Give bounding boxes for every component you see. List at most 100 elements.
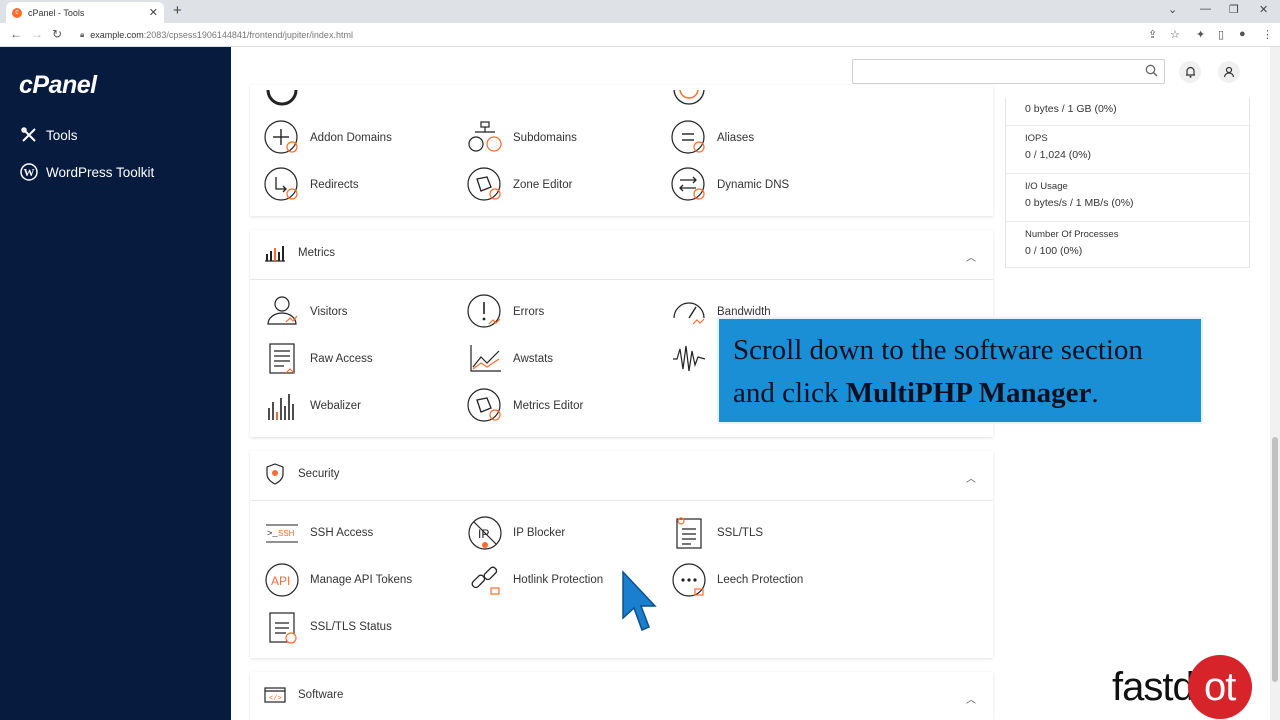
tool-aliases[interactable]: Aliases — [671, 120, 754, 156]
stat-value: 0 / 100 (0%) — [1025, 245, 1083, 257]
caption-text: and click — [733, 377, 846, 409]
metrics-section-header[interactable]: Metrics — [264, 242, 335, 264]
tool-errors[interactable]: Errors — [467, 294, 544, 330]
section-title: Software — [298, 689, 344, 701]
zone-editor-icon — [467, 167, 503, 203]
tool-visitors[interactable]: Visitors — [264, 294, 348, 330]
software-panel — [250, 672, 993, 720]
stat-label: I/O Usage — [1025, 181, 1068, 192]
url-host: example.com — [90, 30, 144, 40]
new-tab-button[interactable]: + — [173, 2, 182, 19]
awstats-icon — [467, 341, 503, 377]
chevron-up-icon[interactable]: ︿ — [966, 249, 976, 264]
software-section-header[interactable]: </> Software — [264, 684, 343, 706]
restore-icon[interactable]: ❐ — [1229, 3, 1239, 16]
tool-label: Leech Protection — [717, 574, 804, 586]
resource-stats-panel: 0 bytes / 1 GB (0%) IOPS 0 / 1,024 (0%) … — [1005, 98, 1251, 268]
section-title: Security — [298, 468, 340, 480]
tool-label: Dynamic DNS — [717, 179, 790, 191]
tool-label: Subdomains — [513, 132, 577, 144]
webalizer-icon — [264, 388, 300, 424]
reload-icon[interactable]: ↻ — [52, 27, 62, 41]
tab-search-icon[interactable]: ⌄ — [1168, 3, 1177, 16]
svg-text:SSH: SSH — [278, 529, 295, 538]
tool-leech-protection[interactable]: Leech Protection — [671, 562, 803, 598]
side-panel-icon[interactable]: ▯ — [1218, 28, 1224, 41]
scrollbar-thumb[interactable] — [1272, 437, 1278, 682]
tool-ssl-tls-status[interactable]: SSL/TLS Status — [264, 609, 392, 645]
tool-label: Awstats — [513, 353, 554, 365]
page-scrollbar[interactable] — [1270, 47, 1280, 720]
tool-label: Visitors — [310, 306, 348, 318]
tool-subdomains[interactable]: Subdomains — [467, 120, 577, 156]
tool-webalizer[interactable]: Webalizer — [264, 388, 361, 424]
tool-ssl-tls[interactable]: SSL/TLS — [671, 515, 763, 551]
redirects-icon — [264, 167, 300, 203]
metrics-editor-icon — [467, 388, 503, 424]
ssl-tls-status-icon — [264, 609, 300, 645]
tool-raw-access[interactable]: Raw Access — [264, 341, 373, 377]
tool-hotlink-protection[interactable]: Hotlink Protection — [467, 562, 603, 598]
section-divider — [250, 279, 993, 280]
disk-usage-value: 0 bytes / 1 GB (0%) — [1025, 103, 1117, 115]
tab-title: cPanel - Tools — [28, 7, 85, 18]
tool-ssh-access[interactable]: >_ SSH SSH Access — [264, 515, 373, 551]
tutorial-caption: Scroll down to the software section and … — [717, 317, 1203, 424]
lock-icon: 🔒︎ — [80, 30, 85, 39]
sidebar-item-tools[interactable]: Tools — [19, 125, 78, 145]
back-icon[interactable]: ← — [10, 27, 22, 41]
bookmark-star-icon[interactable]: ☆ — [1170, 28, 1180, 41]
chevron-up-icon[interactable]: ︿ — [966, 470, 976, 485]
user-account-icon[interactable] — [1218, 61, 1240, 83]
ssl-tls-certificate-icon — [671, 515, 707, 551]
tool-dynamic-dns[interactable]: Dynamic DNS — [671, 167, 789, 203]
chevron-up-icon[interactable]: ︿ — [966, 691, 976, 706]
tool-ip-blocker[interactable]: IP IP Blocker — [467, 515, 565, 551]
close-window-icon[interactable]: ✕ — [1259, 3, 1268, 16]
tool-redirects[interactable]: Redirects — [264, 167, 359, 203]
iops-stat: IOPS 0 / 1,024 (0%) — [1025, 133, 1091, 161]
share-icon[interactable]: ⇪ — [1148, 28, 1157, 41]
stat-divider — [1006, 125, 1251, 126]
browser-menu-icon[interactable]: ⋮ — [1262, 28, 1273, 41]
tool-label: IP Blocker — [513, 527, 566, 539]
sidebar-item-label: Tools — [46, 127, 78, 143]
tool-awstats[interactable]: Awstats — [467, 341, 553, 377]
cpanel-logo[interactable]: cPanel — [19, 71, 97, 100]
tool-label: Zone Editor — [513, 179, 573, 191]
tool-addon-domains[interactable]: Addon Domains — [264, 120, 392, 156]
svg-text:>_: >_ — [267, 529, 278, 539]
tool-metrics-editor[interactable]: Metrics Editor — [467, 388, 583, 424]
svg-text:API: API — [271, 574, 290, 588]
tool-label: Redirects — [310, 179, 359, 191]
close-tab-icon[interactable]: ✕ — [149, 6, 158, 19]
tool-zone-editor[interactable]: Zone Editor — [467, 167, 572, 203]
tool-label: SSL/TLS — [717, 527, 764, 539]
metrics-chart-icon — [264, 242, 286, 264]
stat-value: 0 bytes/s / 1 MB/s (0%) — [1025, 197, 1134, 209]
aliases-icon — [671, 120, 707, 156]
tool-manage-api-tokens[interactable]: API Manage API Tokens — [264, 562, 412, 598]
dynamic-dns-icon — [671, 167, 707, 203]
search-input[interactable] — [852, 59, 1165, 84]
url-field[interactable]: 🔒︎ example.com :2083/cpsess1906144841/fr… — [80, 26, 1160, 44]
cpanel-sidebar: cPanel Tools W WordPress Toolkit — [0, 47, 231, 720]
profile-icon[interactable]: ● — [1239, 28, 1246, 40]
sidebar-item-label: WordPress Toolkit — [46, 164, 155, 180]
cpu-usage-wave-icon — [671, 341, 707, 377]
raw-access-icon — [264, 341, 300, 377]
mouse-cursor-icon — [620, 570, 658, 639]
section-title: Metrics — [298, 247, 336, 259]
processes-stat: Number Of Processes 0 / 100 (0%) — [1025, 229, 1118, 257]
address-bar-row: ← → ↻ 🔒︎ example.com :2083/cpsess1906144… — [0, 23, 1280, 47]
notifications-bell-icon[interactable] — [1179, 61, 1201, 83]
forward-icon[interactable]: → — [31, 27, 43, 41]
extensions-icon[interactable]: ✦ — [1196, 28, 1205, 41]
minimize-icon[interactable]: — — [1200, 3, 1211, 15]
browser-tab[interactable]: c cPanel - Tools ✕ — [6, 2, 164, 23]
ip-blocker-icon: IP — [467, 515, 503, 551]
svg-text:W: W — [24, 167, 35, 179]
tool-label: Manage API Tokens — [310, 574, 413, 586]
security-section-header[interactable]: Security — [264, 463, 340, 485]
sidebar-item-wordpress-toolkit[interactable]: W WordPress Toolkit — [19, 162, 154, 182]
